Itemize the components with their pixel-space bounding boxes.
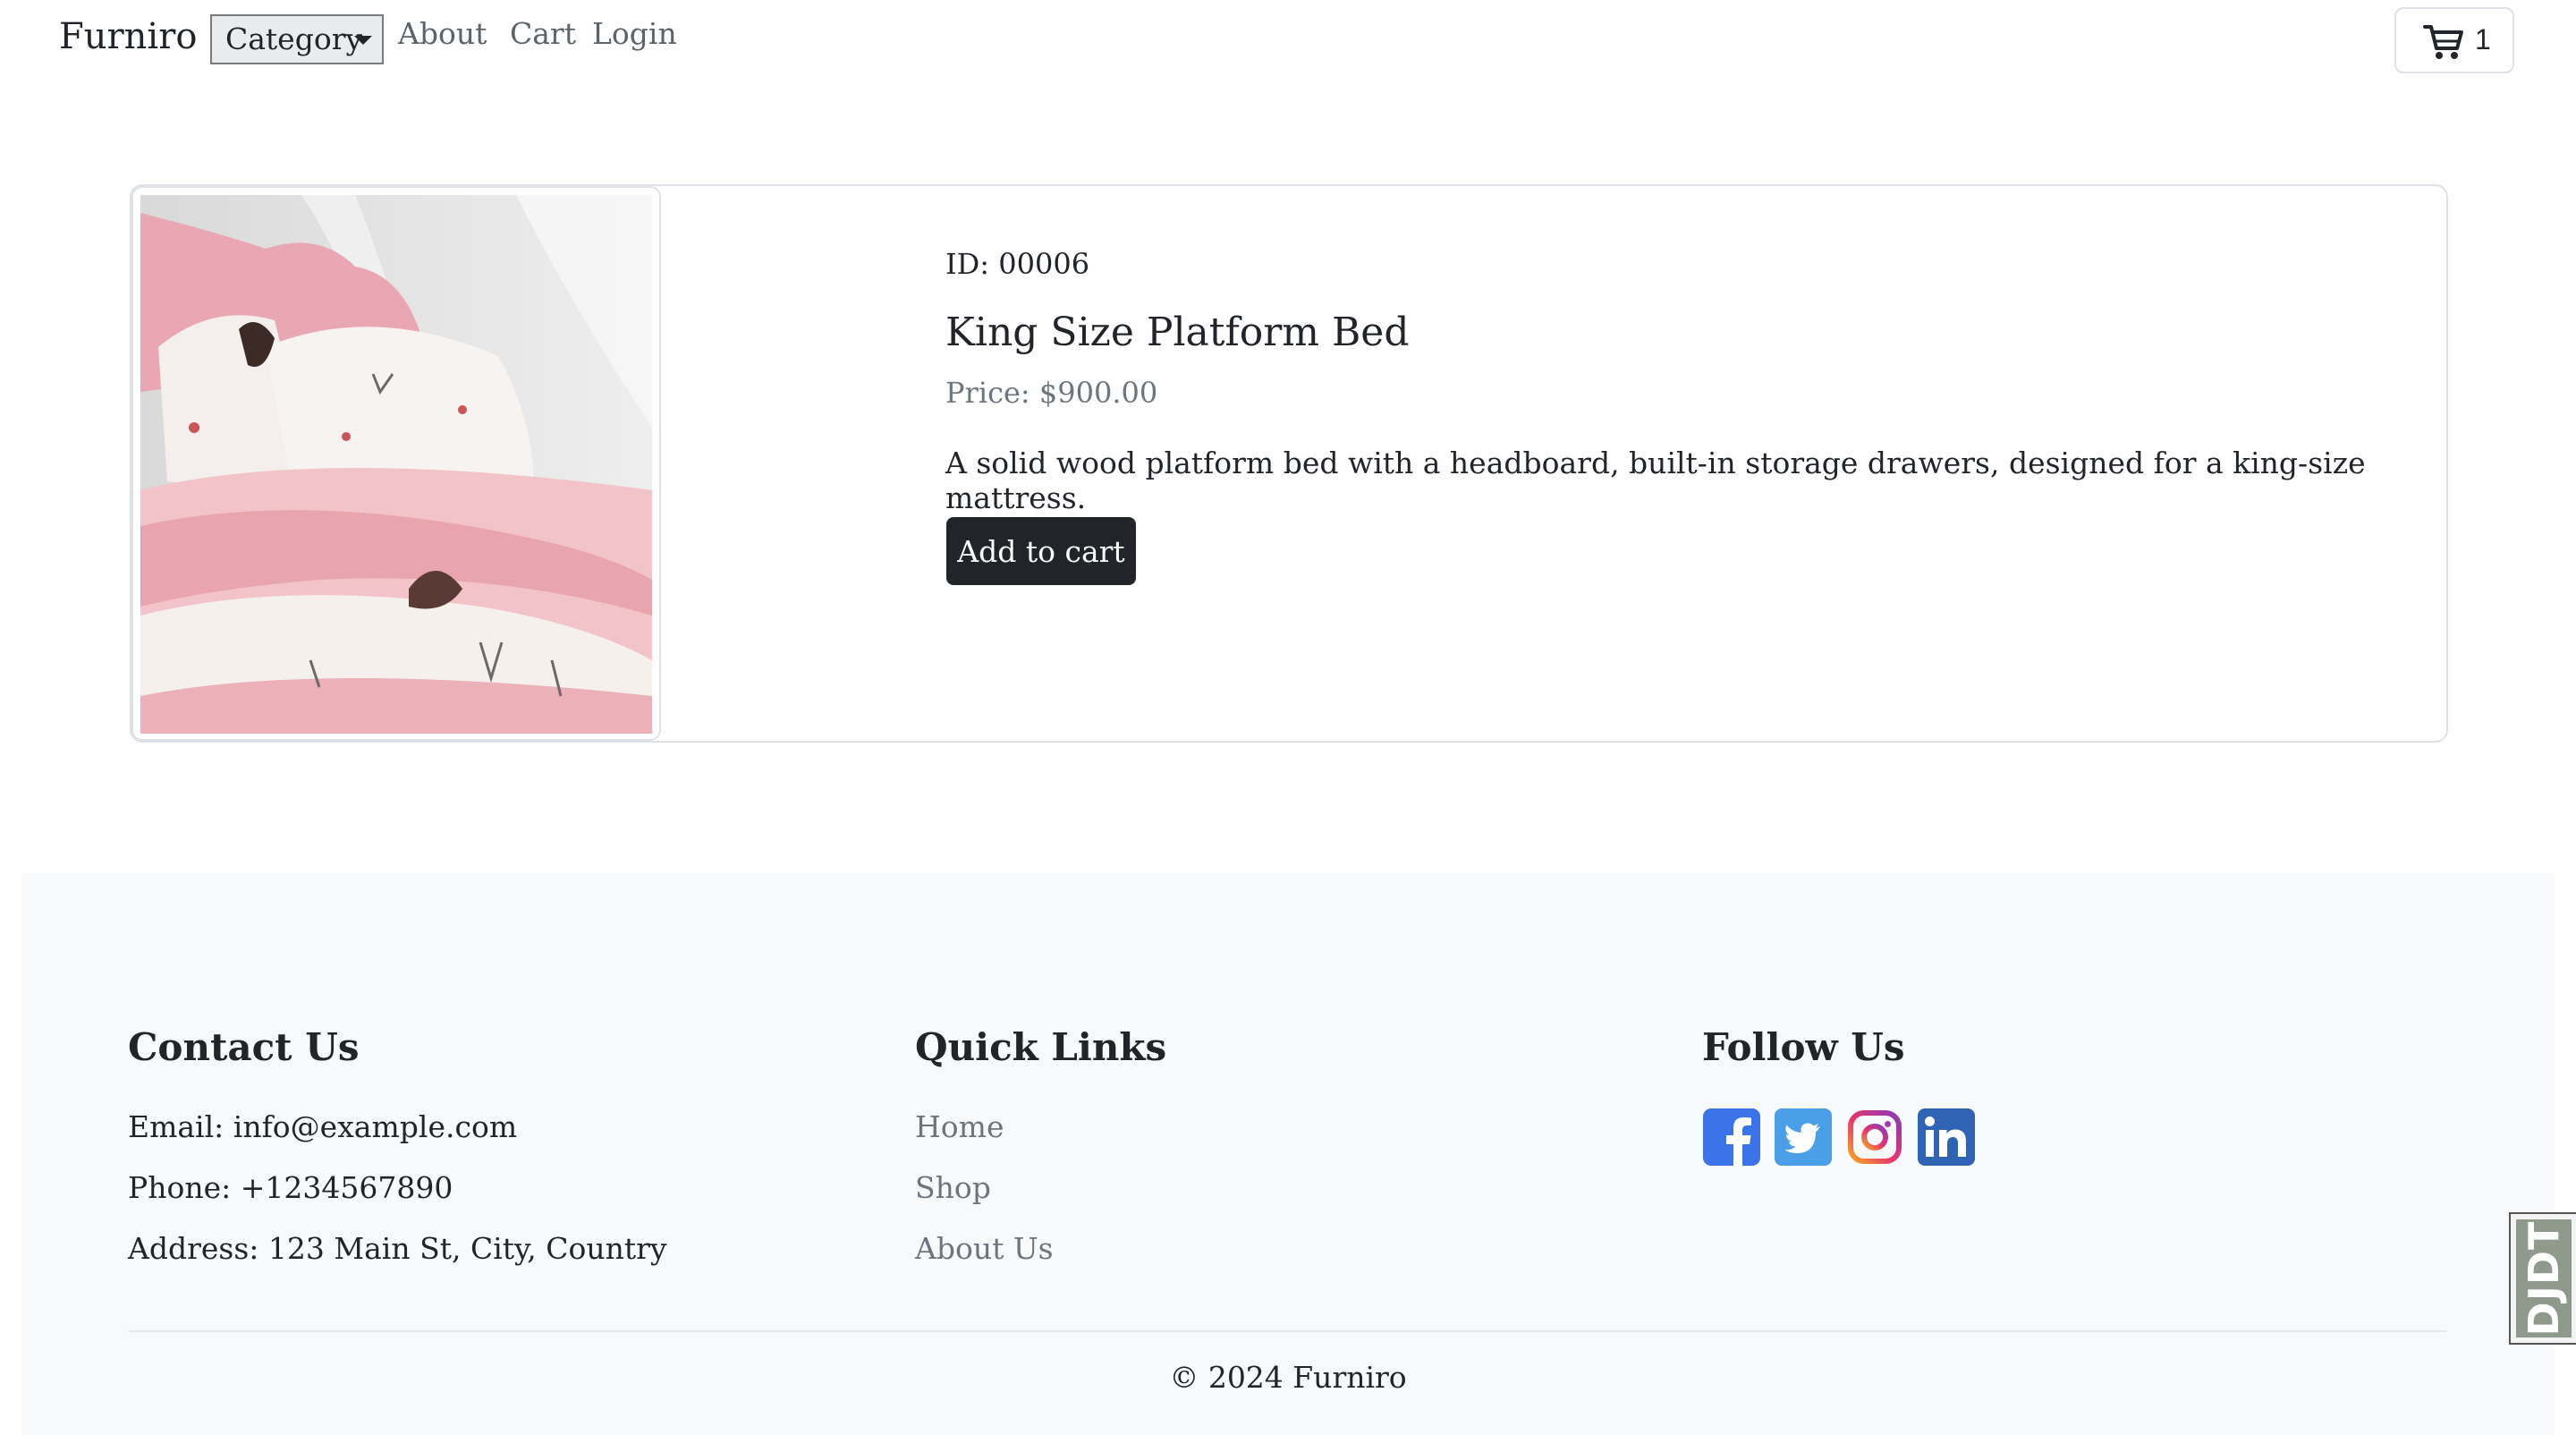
product-description: A solid wood platform bed with a headboa… xyxy=(945,446,2366,515)
contact-email: Email: info@example.com xyxy=(128,1109,518,1144)
product-image xyxy=(140,195,652,734)
contact-address: Address: 123 Main St, City, Country xyxy=(128,1231,667,1266)
nav-link-cart[interactable]: Cart xyxy=(510,16,576,51)
footer-link-about-us[interactable]: About Us xyxy=(915,1231,1054,1266)
product-price: Price: $900.00 xyxy=(945,376,1158,410)
instagram-icon[interactable] xyxy=(1845,1108,1904,1167)
follow-us-heading: Follow Us xyxy=(1702,1025,1905,1069)
facebook-icon[interactable] xyxy=(1702,1108,1761,1167)
category-dropdown-button[interactable]: Category xyxy=(210,14,384,64)
linkedin-icon[interactable] xyxy=(1917,1108,1976,1167)
footer-link-shop[interactable]: Shop xyxy=(915,1170,991,1205)
quick-links-heading: Quick Links xyxy=(915,1025,1167,1069)
footer-link-home[interactable]: Home xyxy=(915,1109,1004,1144)
copyright: © 2024 Furniro xyxy=(1169,1360,1407,1395)
nav-link-about[interactable]: About xyxy=(398,16,487,51)
product-image-frame xyxy=(131,186,661,741)
nav-link-login[interactable]: Login xyxy=(592,16,677,51)
chevron-down-icon xyxy=(354,36,372,45)
cart-count-badge: 1 xyxy=(2475,23,2491,55)
cart-button[interactable]: 1 xyxy=(2394,7,2514,73)
navbar: Furniro Category About Cart Login 1 xyxy=(0,0,2576,77)
cart-icon xyxy=(2423,25,2463,59)
debug-toolbar-handle[interactable]: DJDT xyxy=(2509,1212,2576,1345)
contact-us-heading: Contact Us xyxy=(128,1025,360,1069)
twitter-icon[interactable] xyxy=(1774,1108,1833,1167)
category-label: Category xyxy=(225,21,363,56)
brand-logo[interactable]: Furniro xyxy=(59,16,197,57)
footer-divider xyxy=(128,1330,2446,1332)
product-card: ID: 00006 King Size Platform Bed Price: … xyxy=(130,184,2448,743)
debug-toolbar-label: DJDT xyxy=(2520,1220,2568,1337)
product-name: King Size Platform Bed xyxy=(945,310,1410,355)
contact-phone: Phone: +1234567890 xyxy=(128,1170,453,1205)
debug-toolbar-background: DJDT xyxy=(2516,1219,2572,1337)
footer: Contact Us Email: info@example.com Phone… xyxy=(21,873,2555,1435)
product-id: ID: 00006 xyxy=(945,247,1090,281)
add-to-cart-button[interactable]: Add to cart xyxy=(946,517,1136,585)
